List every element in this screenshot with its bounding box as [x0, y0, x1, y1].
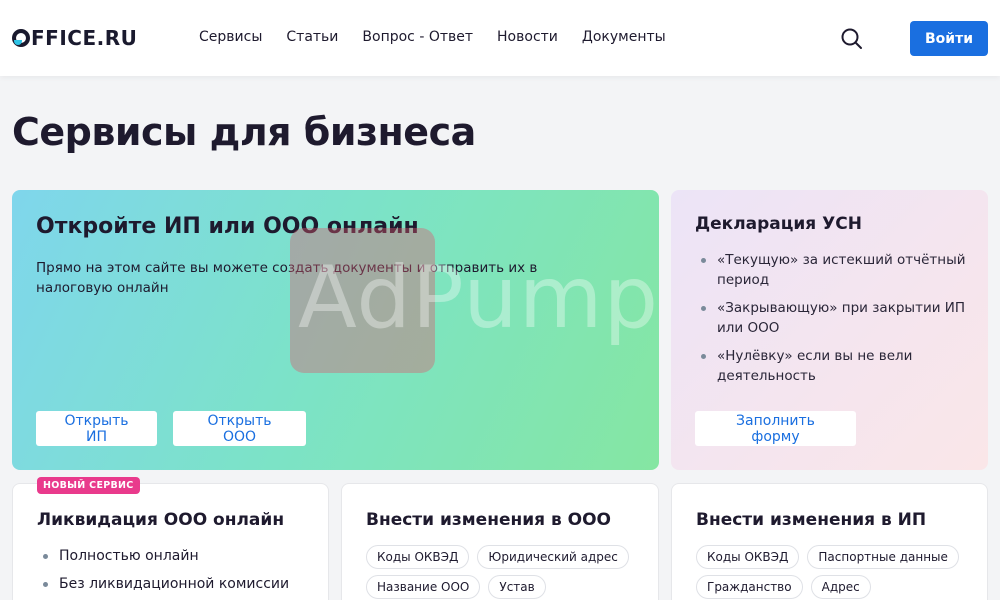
- list-item: «Нулёвку» если вы не вели деятельность: [695, 346, 975, 386]
- change-ip-tags: Коды ОКВЭД Паспортные данные Гражданство…: [696, 545, 976, 599]
- usn-declaration-title: Декларация УСН: [695, 214, 862, 234]
- tag-charter[interactable]: Устав: [488, 575, 546, 599]
- list-item: Без ликвидационной комиссии: [37, 574, 289, 594]
- change-ip-card[interactable]: Внести изменения в ИП Коды ОКВЭД Паспорт…: [671, 483, 988, 600]
- nav-item-articles[interactable]: Статьи: [286, 29, 338, 45]
- bullet-icon: [701, 258, 706, 263]
- tag-okved[interactable]: Коды ОКВЭД: [696, 545, 800, 569]
- fill-form-button[interactable]: Заполнить форму: [695, 411, 856, 446]
- tag-legal-address[interactable]: Юридический адрес: [477, 545, 629, 569]
- nav-item-services[interactable]: Сервисы: [199, 29, 262, 45]
- nav-item-news[interactable]: Новости: [497, 29, 558, 45]
- nav-item-documents[interactable]: Документы: [582, 29, 666, 45]
- tag-ooo-name[interactable]: Название ООО: [366, 575, 481, 599]
- change-ip-title: Внести изменения в ИП: [696, 510, 927, 530]
- liquidation-list: Полностью онлайн Без ликвидационной коми…: [37, 546, 289, 600]
- login-button[interactable]: Войти: [910, 21, 988, 56]
- site-header: FFICE.RU Сервисы Статьи Вопрос - Ответ Н…: [0, 0, 1000, 76]
- tag-passport-data[interactable]: Паспортные данные: [807, 545, 959, 569]
- logo-mark-icon: [12, 29, 30, 47]
- bullet-icon: [701, 306, 706, 311]
- logo-text: FFICE.RU: [31, 26, 138, 50]
- usn-declaration-list: «Текущую» за истекший отчётный период «З…: [695, 250, 975, 394]
- open-ooo-button[interactable]: Открыть ООО: [173, 411, 306, 446]
- list-item: Полностью онлайн: [37, 546, 289, 566]
- liquidation-title: Ликвидация ООО онлайн: [37, 510, 285, 530]
- change-ooo-title: Внести изменения в ООО: [366, 510, 612, 530]
- change-ooo-card[interactable]: Внести изменения в ООО Коды ОКВЭД Юридич…: [341, 483, 659, 600]
- open-business-card: Откройте ИП или ООО онлайн Прямо на этом…: [12, 190, 659, 470]
- bullet-icon: [43, 554, 48, 559]
- bullet-icon: [701, 354, 706, 359]
- tag-citizenship[interactable]: Гражданство: [696, 575, 803, 599]
- open-ip-button[interactable]: Открыть ИП: [36, 411, 157, 446]
- change-ooo-tags: Коды ОКВЭД Юридический адрес Название ОО…: [366, 545, 646, 599]
- usn-declaration-card: Декларация УСН «Текущую» за истекший отч…: [671, 190, 988, 470]
- list-item: «Текущую» за истекший отчётный период: [695, 250, 975, 290]
- search-icon[interactable]: [840, 27, 864, 51]
- open-business-title: Откройте ИП или ООО онлайн: [36, 214, 419, 239]
- new-service-badge: НОВЫЙ СЕРВИС: [37, 477, 140, 494]
- page-title: Сервисы для бизнеса: [12, 110, 476, 154]
- bullet-icon: [43, 582, 48, 587]
- tag-okved[interactable]: Коды ОКВЭД: [366, 545, 470, 569]
- list-item: «Закрывающую» при закрытии ИП или ООО: [695, 298, 975, 338]
- tag-address[interactable]: Адрес: [810, 575, 871, 599]
- logo[interactable]: FFICE.RU: [12, 26, 137, 50]
- liquidation-card[interactable]: Ликвидация ООО онлайн Полностью онлайн Б…: [12, 483, 329, 600]
- main-nav: Сервисы Статьи Вопрос - Ответ Новости До…: [199, 29, 690, 45]
- open-business-description: Прямо на этом сайте вы можете создать до…: [36, 260, 538, 296]
- nav-item-faq[interactable]: Вопрос - Ответ: [362, 29, 473, 45]
